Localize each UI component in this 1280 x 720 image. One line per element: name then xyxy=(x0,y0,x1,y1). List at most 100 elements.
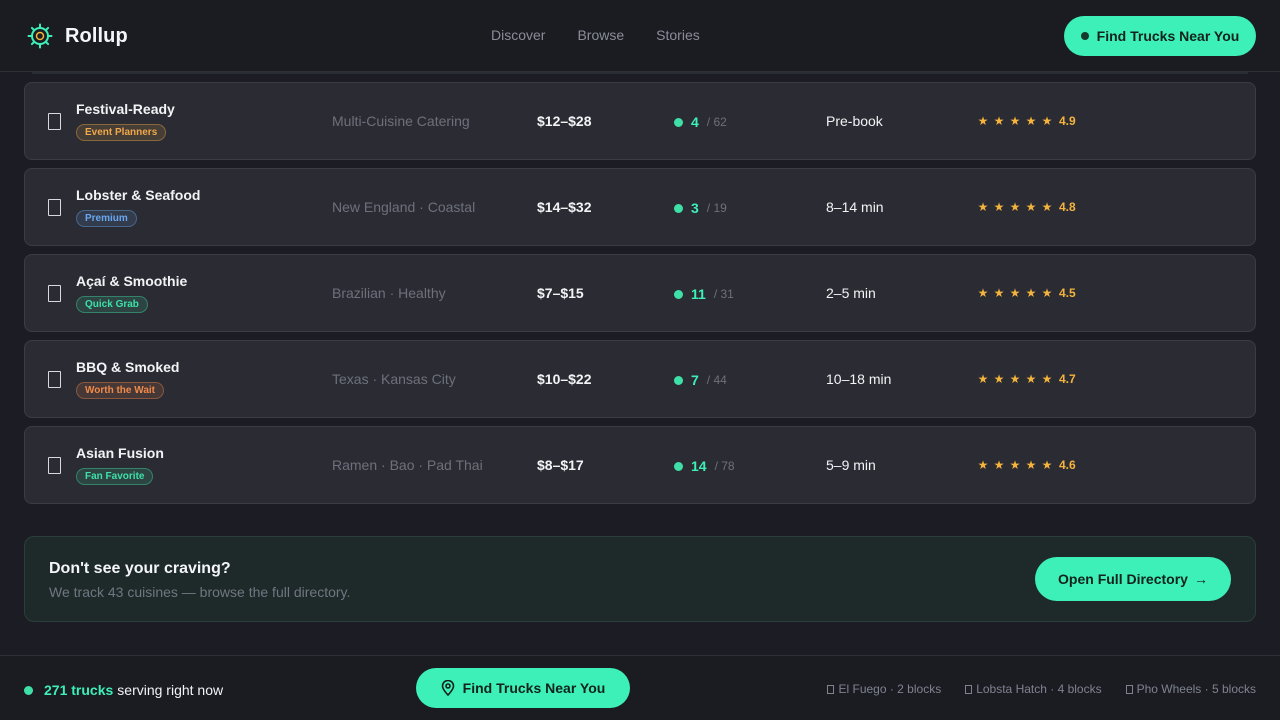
star-icon: ★ xyxy=(1041,372,1053,386)
category-name: Asian Fusion xyxy=(76,445,164,461)
star-icon: ★ xyxy=(993,372,1005,386)
category-row[interactable]: BBQ & Smoked Worth the Wait Texas · Kans… xyxy=(24,340,1256,418)
arrow-right-icon: → xyxy=(1193,571,1208,587)
star-icon: ★ xyxy=(1009,458,1021,472)
header-divider xyxy=(32,72,1248,74)
truck-card-icon xyxy=(48,285,61,302)
available-dot-icon xyxy=(674,117,683,127)
total-count: / 62 xyxy=(706,115,727,129)
truck-card-icon xyxy=(48,113,61,130)
star-icon: ★ xyxy=(977,114,989,128)
available-count: 11 xyxy=(691,286,706,302)
category-row[interactable]: Asian Fusion Fan Favorite Ramen · Bao · … xyxy=(24,426,1256,504)
available-dot-icon xyxy=(674,203,683,213)
price-range: $12–$28 xyxy=(537,113,592,129)
rating-value: 4.7 xyxy=(1059,372,1076,386)
rating: ★ ★ ★ ★ ★ 4.7 xyxy=(977,372,1076,386)
price-range: $7–$15 xyxy=(537,285,584,301)
availability: 3 / 19 xyxy=(674,200,727,216)
logo-icon xyxy=(27,23,53,49)
footer-find-trucks-label: Find Trucks Near You xyxy=(462,680,606,696)
availability: 14 / 78 xyxy=(674,458,735,474)
star-icon: ★ xyxy=(993,458,1005,472)
wait-time: 2–5 min xyxy=(826,285,876,301)
nearby-item[interactable]: Pho Wheels · 5 blocks xyxy=(1125,682,1256,696)
main-nav: Discover Browse Stories xyxy=(491,27,700,43)
star-icon: ★ xyxy=(1009,286,1021,300)
star-icon: ★ xyxy=(1025,372,1037,386)
truck-icon xyxy=(965,684,973,694)
rating: ★ ★ ★ ★ ★ 4.8 xyxy=(977,200,1076,214)
open-directory-button[interactable]: Open Full Directory → xyxy=(1035,557,1231,601)
rating: ★ ★ ★ ★ ★ 4.5 xyxy=(977,286,1076,300)
banner-subtitle: We track 43 cuisines — browse the full d… xyxy=(49,584,351,600)
price-range: $14–$32 xyxy=(537,199,592,215)
live-count: 271 trucks serving right now xyxy=(24,682,223,698)
nav-stories[interactable]: Stories xyxy=(656,27,700,43)
availability: 7 / 44 xyxy=(674,372,727,388)
cuisine-label: Multi-Cuisine Catering xyxy=(332,113,470,129)
available-count: 14 xyxy=(691,458,707,474)
star-icon: ★ xyxy=(1025,114,1037,128)
star-icon: ★ xyxy=(1009,200,1021,214)
star-icon: ★ xyxy=(977,458,989,472)
star-icon: ★ xyxy=(1041,458,1053,472)
star-icon: ★ xyxy=(993,200,1005,214)
category-row[interactable]: Lobster & Seafood Premium New England · … xyxy=(24,168,1256,246)
category-tag: Quick Grab xyxy=(76,296,148,313)
cuisine-label: Ramen · Bao · Pad Thai xyxy=(332,457,483,473)
find-trucks-label: Find Trucks Near You xyxy=(1096,28,1240,44)
wait-time: 8–14 min xyxy=(826,199,884,215)
price-range: $10–$22 xyxy=(537,371,592,387)
nearby-trucks: El Fuego · 2 blocks Lobsta Hatch · 4 blo… xyxy=(827,682,1256,696)
brand-name: Rollup xyxy=(65,24,128,47)
nearby-label: El Fuego · 2 blocks xyxy=(838,682,942,696)
star-icon: ★ xyxy=(993,114,1005,128)
map-pin-icon xyxy=(441,680,454,696)
truck-icon xyxy=(1125,684,1133,694)
category-row[interactable]: Açaí & Smoothie Quick Grab Brazilian · H… xyxy=(24,254,1256,332)
rating: ★ ★ ★ ★ ★ 4.6 xyxy=(977,458,1076,472)
find-trucks-button[interactable]: Find Trucks Near You xyxy=(1064,16,1256,56)
wait-time: 5–9 min xyxy=(826,457,876,473)
nearby-label: Pho Wheels · 5 blocks xyxy=(1136,682,1256,696)
brand[interactable]: Rollup xyxy=(27,23,128,49)
category-name: Lobster & Seafood xyxy=(76,187,201,203)
availability: 4 / 62 xyxy=(674,114,727,130)
live-dot-icon xyxy=(24,685,33,695)
nearby-item[interactable]: El Fuego · 2 blocks xyxy=(827,682,941,696)
top-navbar: Rollup Discover Browse Stories Find Truc… xyxy=(0,0,1280,72)
available-count: 3 xyxy=(691,200,699,216)
truck-card-icon xyxy=(48,199,61,216)
total-count: / 19 xyxy=(706,201,727,215)
star-icon: ★ xyxy=(993,286,1005,300)
rating-value: 4.9 xyxy=(1059,114,1076,128)
cuisine-label: Texas · Kansas City xyxy=(332,371,456,387)
star-icon: ★ xyxy=(1025,458,1037,472)
cuisine-label: New England · Coastal xyxy=(332,199,476,215)
available-dot-icon xyxy=(674,289,683,299)
available-count: 4 xyxy=(691,114,699,130)
nav-browse[interactable]: Browse xyxy=(577,27,624,43)
craving-banner: Don't see your craving? We track 43 cuis… xyxy=(24,536,1256,622)
footer-find-trucks-button[interactable]: Find Trucks Near You xyxy=(416,668,630,708)
category-name: Açaí & Smoothie xyxy=(76,273,188,289)
status-dot-icon xyxy=(1080,32,1089,40)
price-range: $8–$17 xyxy=(537,457,584,473)
total-count: / 44 xyxy=(706,373,727,387)
total-count: / 78 xyxy=(714,459,735,473)
open-directory-label: Open Full Directory xyxy=(1058,571,1188,587)
bottom-bar: 271 trucks serving right now Find Trucks… xyxy=(0,655,1280,720)
rating-value: 4.8 xyxy=(1059,200,1076,214)
star-icon: ★ xyxy=(977,372,989,386)
truck-icon xyxy=(827,684,835,694)
star-icon: ★ xyxy=(1025,286,1037,300)
wait-time: Pre-book xyxy=(826,113,883,129)
category-row[interactable]: Festival-Ready Event Planners Multi-Cuis… xyxy=(24,82,1256,160)
category-tag: Worth the Wait xyxy=(76,382,164,399)
star-icon: ★ xyxy=(1041,200,1053,214)
nearby-item[interactable]: Lobsta Hatch · 4 blocks xyxy=(965,682,1102,696)
rating: ★ ★ ★ ★ ★ 4.9 xyxy=(977,114,1076,128)
wait-time: 10–18 min xyxy=(826,371,892,387)
nav-discover[interactable]: Discover xyxy=(491,27,545,43)
